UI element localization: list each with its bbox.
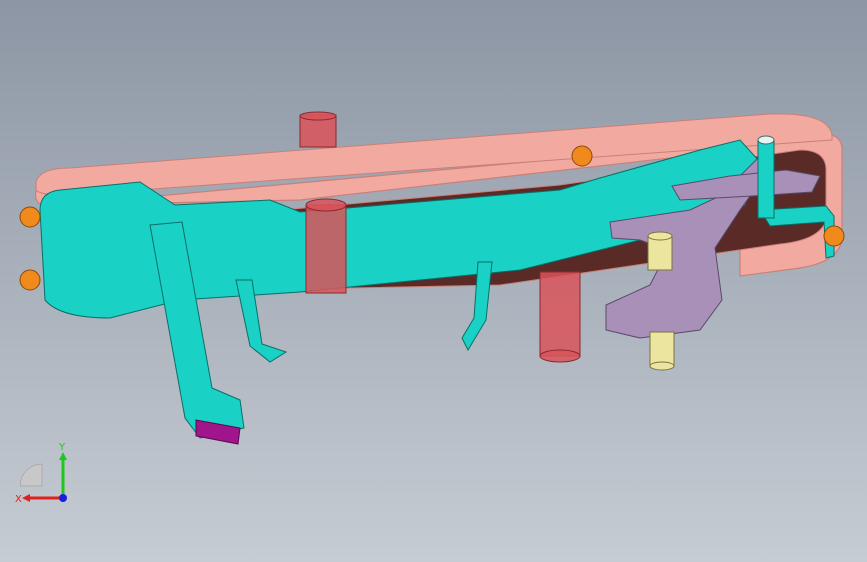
cad-3d-viewport[interactable]: Y X xyxy=(0,0,867,562)
assembly-model[interactable] xyxy=(0,0,867,562)
ball-left-lower[interactable] xyxy=(19,269,41,291)
hinge-post-cap xyxy=(757,135,775,145)
pin-center-cap xyxy=(305,198,347,212)
triad-x-arrow xyxy=(22,494,30,502)
pin-lower[interactable] xyxy=(539,271,581,357)
bushing-lower[interactable] xyxy=(649,331,675,367)
triad-z-axis xyxy=(59,494,67,502)
pin-lower-cap xyxy=(539,349,581,363)
pin-top-cap xyxy=(299,111,337,121)
axis-triad[interactable]: Y X xyxy=(14,440,78,508)
triad-y-arrow xyxy=(59,452,67,460)
bushing-upper[interactable] xyxy=(647,235,673,271)
bushing-lower-cap xyxy=(649,361,675,371)
bushing-upper-cap xyxy=(647,231,673,241)
ball-top-right[interactable] xyxy=(571,145,593,167)
triad-x-label: X xyxy=(15,494,22,505)
ball-right[interactable] xyxy=(823,225,845,247)
ball-left-upper[interactable] xyxy=(19,206,41,228)
hinge-post[interactable] xyxy=(757,139,775,219)
pin-center[interactable] xyxy=(305,204,347,294)
triad-y-label: Y xyxy=(58,442,66,453)
triad-plane xyxy=(19,463,43,487)
